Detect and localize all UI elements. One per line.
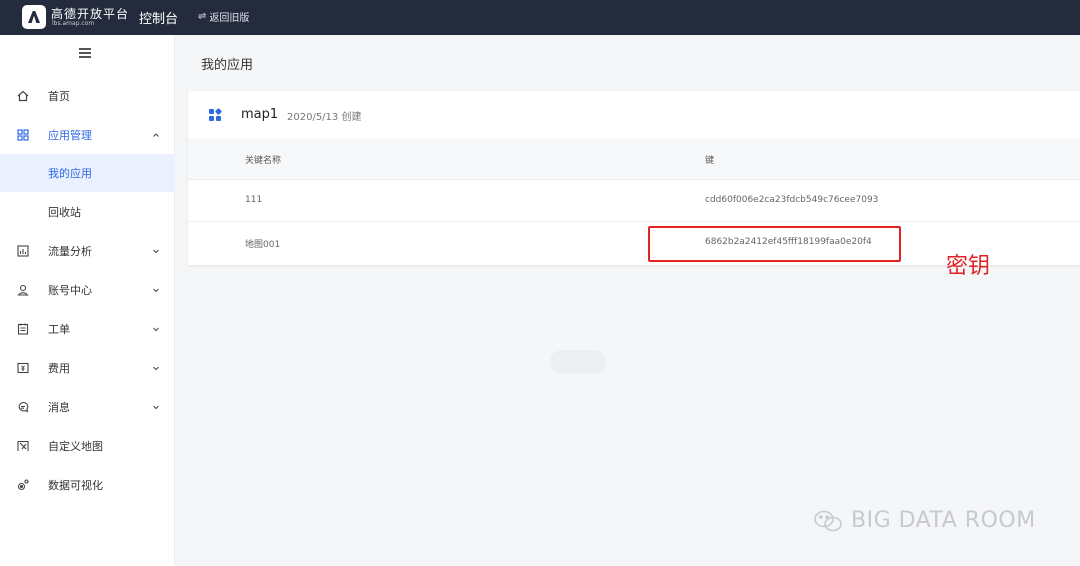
sidebar-item-label: 回收站	[48, 206, 81, 219]
app-card: map1 2020/5/13 创建 关键名称 键 111 cdd60f006e2…	[188, 91, 1080, 265]
sidebar-item-custom-map[interactable]: 自定义地图	[0, 427, 175, 465]
sidebar-item-tickets[interactable]: 工单	[0, 310, 175, 348]
app-icon	[209, 108, 222, 121]
sidebar-item-label: 首页	[48, 90, 70, 103]
wechat-icon	[814, 510, 842, 531]
message-icon	[16, 400, 30, 414]
console-link[interactable]: 控制台	[139, 8, 178, 27]
sidebar-item-app-management[interactable]: 应用管理	[0, 116, 175, 154]
sidebar-item-account-center[interactable]: 账号中心	[0, 271, 175, 309]
sidebar-item-messages[interactable]: 消息	[0, 388, 175, 426]
table-header: 关键名称 键	[188, 138, 1080, 180]
chevron-up-icon	[153, 133, 159, 137]
column-header-key: 键	[705, 156, 715, 166]
sidebar-item-label: 流量分析	[48, 245, 92, 258]
back-old-label: 返回旧版	[209, 13, 250, 24]
sidebar-item-label: 工单	[48, 323, 70, 336]
logo-url: lbs.amap.com	[52, 20, 95, 27]
ticket-icon	[16, 322, 30, 336]
sidebar-item-label: 我的应用	[48, 167, 92, 180]
chevron-down-icon	[153, 405, 159, 410]
user-icon	[16, 283, 30, 297]
map-icon	[16, 439, 30, 453]
chevron-down-icon	[153, 327, 159, 332]
key-highlight-box	[648, 226, 901, 262]
sidebar-item-label: 自定义地图	[48, 440, 103, 453]
sidebar-item-label: 账号中心	[48, 284, 92, 297]
sidebar-item-my-apps[interactable]: 我的应用	[0, 154, 175, 192]
sidebar-item-recycle-bin[interactable]: 回收站	[0, 193, 175, 231]
table-row: 111 cdd60f006e2ca23fdcb549c76cee7093	[188, 180, 1080, 222]
sidebar-item-data-visualization[interactable]: 数据可视化	[0, 466, 175, 504]
top-bar: 高德开放平台 lbs.amap.com 控制台 ⇌ 返回旧版	[0, 0, 1080, 35]
sidebar-item-label: 消息	[48, 401, 70, 414]
menu-toggle-icon[interactable]	[79, 48, 91, 58]
amap-logo-icon[interactable]	[22, 5, 46, 29]
key-name-cell: 111	[245, 195, 263, 205]
app-created-date: 2020/5/13 创建	[287, 112, 362, 123]
key-annotation: 密钥	[946, 254, 991, 279]
watermark: BIG DATA ROOM	[813, 508, 1036, 533]
watermark-text: BIG DATA ROOM	[851, 508, 1036, 533]
chevron-down-icon	[153, 288, 159, 293]
key-value-cell[interactable]: cdd60f006e2ca23fdcb549c76cee7093	[705, 195, 878, 205]
chevron-down-icon	[153, 249, 159, 254]
sidebar-item-billing[interactable]: 费用	[0, 349, 175, 387]
sidebar-item-traffic-analysis[interactable]: 流量分析	[0, 232, 175, 270]
app-name: map1	[241, 107, 279, 122]
sidebar-item-label: 数据可视化	[48, 479, 103, 492]
grid-icon	[16, 128, 30, 142]
column-header-name: 关键名称	[245, 156, 282, 166]
app-card-header: map1 2020/5/13 创建	[188, 91, 1080, 138]
switch-icon: ⇌	[198, 11, 207, 22]
sidebar: 首页 应用管理 我的应用 回收站 流量分析 账号中心 工单 费用 消息 自定义地…	[0, 35, 175, 566]
home-icon	[16, 89, 30, 103]
sidebar-item-label: 费用	[48, 362, 70, 375]
chart-icon	[16, 244, 30, 258]
sidebar-item-label: 应用管理	[48, 129, 92, 142]
money-icon	[16, 361, 30, 375]
sidebar-item-home[interactable]: 首页	[0, 77, 175, 115]
visual-icon	[16, 478, 30, 492]
page-title: 我的应用	[201, 58, 254, 73]
loading-placeholder	[550, 350, 606, 373]
back-old-version-link[interactable]: ⇌ 返回旧版	[198, 9, 249, 24]
key-name-cell: 地图001	[245, 240, 281, 250]
chevron-down-icon	[153, 366, 159, 371]
